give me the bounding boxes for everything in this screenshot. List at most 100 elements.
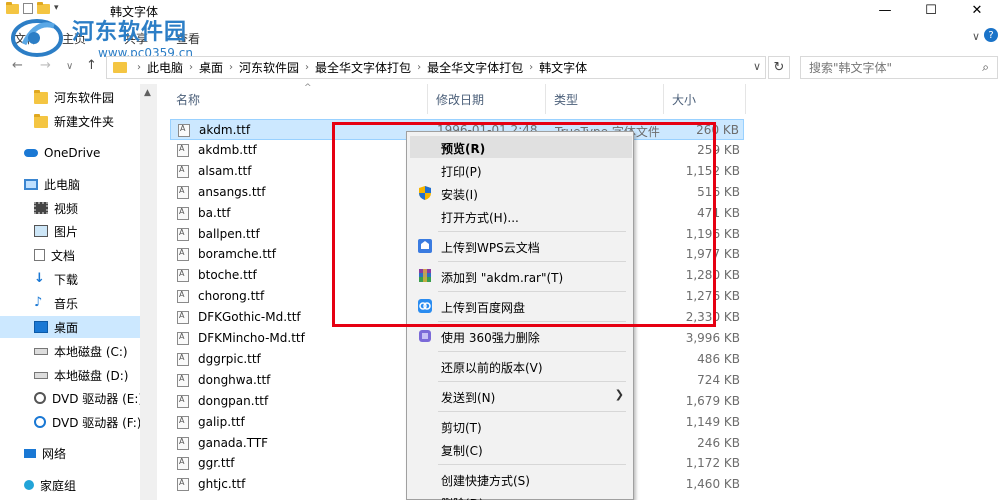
breadcrumb-fonts-pack-2[interactable]: 最全华文字体打包: [427, 59, 523, 76]
ribbon: 文件 主页 共享 查看 ∨ ?: [0, 20, 1000, 52]
sidebar-item-downloads[interactable]: ↓ 下载: [0, 268, 140, 290]
music-icon: ♪: [34, 295, 43, 310]
address-bar[interactable]: › 此电脑 › 桌面 › 河东软件园 › 最全华文字体打包 › 最全华文字体打包…: [106, 56, 766, 79]
customize-toolbar-icon[interactable]: ▾: [54, 3, 59, 14]
column-header-date[interactable]: 修改日期: [428, 84, 546, 114]
column-header-type[interactable]: 类型: [546, 84, 664, 114]
tab-home[interactable]: 主页: [62, 30, 86, 47]
search-input[interactable]: 搜索"韩文字体" ⌕: [800, 56, 998, 79]
chevron-right-icon[interactable]: ›: [417, 62, 421, 73]
menu-item-7[interactable]: 添加到 "akdm.rar"(T): [410, 265, 632, 287]
sidebar-item-label: 图片: [54, 224, 79, 239]
sidebar-item-music[interactable]: ♪ 音乐: [0, 292, 140, 314]
sidebar-item-desktop[interactable]: 桌面: [0, 316, 140, 338]
menu-item-label: 还原以前的版本(V): [441, 361, 543, 375]
new-folder-icon[interactable]: [37, 2, 50, 14]
breadcrumb-hedong[interactable]: 河东软件园: [239, 59, 299, 76]
menu-item-label: 安装(I): [441, 188, 478, 202]
chevron-right-icon[interactable]: ›: [137, 62, 141, 73]
file-size: 1,196 KB: [685, 226, 740, 241]
close-button[interactable]: ✕: [954, 0, 1000, 20]
column-header-size[interactable]: 大小: [664, 84, 746, 114]
menu-item-1[interactable]: 打印(P): [410, 159, 632, 181]
breadcrumb-this-pc[interactable]: 此电脑: [147, 59, 183, 76]
homegroup-icon: [24, 480, 34, 490]
sidebar-item-videos[interactable]: 视频: [0, 197, 140, 219]
maximize-button[interactable]: ☐: [908, 0, 954, 20]
dvd-icon: [34, 416, 46, 428]
folder-icon[interactable]: [6, 2, 19, 14]
tab-view[interactable]: 查看: [176, 30, 200, 47]
sidebar-item-this-pc[interactable]: 此电脑: [0, 173, 140, 195]
file-size: 471 KB: [697, 205, 740, 220]
sidebar-scrollbar[interactable]: [140, 84, 157, 500]
menu-separator: [438, 261, 626, 262]
chevron-right-icon[interactable]: ›: [529, 62, 533, 73]
help-icon[interactable]: ?: [984, 28, 998, 42]
menu-item-0[interactable]: 预览(R): [410, 136, 632, 158]
search-icon[interactable]: ⌕: [982, 60, 989, 75]
sidebar-item-label: 此电脑: [44, 177, 81, 192]
sidebar-item-label: 音乐: [54, 296, 79, 311]
file-name: boramche.ttf: [198, 247, 276, 262]
drive-icon: [34, 371, 48, 379]
forward-button[interactable]: →: [40, 58, 51, 73]
chevron-right-icon[interactable]: ›: [305, 62, 309, 73]
scroll-up-icon[interactable]: ▲: [144, 88, 151, 98]
sidebar-item-drive-d[interactable]: 本地磁盘 (D:): [0, 364, 140, 386]
sidebar-item-onedrive[interactable]: OneDrive: [0, 142, 140, 164]
file-name: donghwa.ttf: [198, 372, 271, 387]
menu-item-11[interactable]: 使用 360强力删除: [410, 325, 632, 347]
tab-file[interactable]: 文件: [14, 30, 38, 47]
sidebar-item-homegroup[interactable]: 家庭组: [0, 474, 140, 496]
file-name: DFKGothic-Md.ttf: [198, 310, 301, 325]
title-bar: ▾ 韩文字体 — ☐ ✕: [0, 0, 1000, 20]
dvd-icon: [34, 392, 46, 404]
baidu-netdisk-icon: [417, 298, 433, 314]
sidebar-item-documents[interactable]: 文档: [0, 244, 140, 266]
font-file-icon: [177, 227, 189, 241]
sidebar-item-new-folder[interactable]: 新建文件夹: [0, 110, 140, 132]
breadcrumb-korean-fonts[interactable]: 韩文字体: [539, 59, 587, 76]
navigation-bar: ← → ∨ ↑ › 此电脑 › 桌面 › 河东软件园 › 最全华文字体打包 › …: [0, 56, 1000, 80]
chevron-right-icon[interactable]: ›: [229, 62, 233, 73]
sidebar-item-pictures[interactable]: 图片: [0, 220, 140, 242]
address-dropdown-icon[interactable]: ∨: [753, 60, 761, 73]
column-header-name[interactable]: 名称 ^: [168, 83, 428, 114]
recent-locations-button[interactable]: ∨: [66, 61, 73, 72]
refresh-button[interactable]: ↻: [768, 56, 790, 79]
breadcrumb-desktop[interactable]: 桌面: [199, 59, 223, 76]
menu-item-3[interactable]: 打开方式(H)...: [410, 205, 632, 227]
menu-item-21[interactable]: 删除(D): [410, 491, 632, 500]
column-date-label: 修改日期: [436, 92, 485, 107]
sidebar-item-dvd-e[interactable]: DVD 驱动器 (E:): [0, 387, 143, 409]
font-file-icon: [177, 248, 189, 262]
sidebar-item-label: 家庭组: [40, 478, 77, 493]
menu-item-15[interactable]: 发送到(N) ❯: [410, 385, 632, 407]
menu-item-18[interactable]: 复制(C): [410, 438, 632, 460]
menu-item-13[interactable]: 还原以前的版本(V): [410, 355, 632, 377]
file-name: galip.ttf: [198, 414, 245, 429]
winrar-icon: [417, 268, 433, 284]
sidebar-item-drive-c[interactable]: 本地磁盘 (C:): [0, 340, 140, 362]
menu-item-2[interactable]: 安装(I): [410, 182, 632, 204]
file-size: 246 KB: [697, 435, 740, 450]
back-button[interactable]: ←: [12, 58, 23, 73]
sidebar-item-label: DVD 驱动器 (F:): [52, 415, 142, 430]
breadcrumb-fonts-pack[interactable]: 最全华文字体打包: [315, 59, 411, 76]
sidebar-item-dvd-f[interactable]: DVD 驱动器 (F:): [0, 411, 142, 433]
menu-item-label: 添加到 "akdm.rar"(T): [441, 271, 564, 285]
sidebar-item-network[interactable]: 网络: [0, 442, 140, 464]
sidebar-item-hedong[interactable]: 河东软件园: [0, 86, 140, 108]
up-button[interactable]: ↑: [86, 58, 97, 73]
menu-item-17[interactable]: 剪切(T): [410, 415, 632, 437]
minimize-button[interactable]: —: [862, 0, 908, 20]
chevron-right-icon[interactable]: ›: [189, 62, 193, 73]
ribbon-expand-icon[interactable]: ∨: [972, 30, 980, 43]
computer-icon: [24, 178, 38, 190]
menu-item-5[interactable]: 上传到WPS云文档: [410, 235, 632, 257]
menu-item-9[interactable]: 上传到百度网盘: [410, 295, 632, 317]
properties-icon[interactable]: [23, 3, 33, 14]
menu-item-20[interactable]: 创建快捷方式(S): [410, 468, 632, 490]
tab-share[interactable]: 共享: [124, 30, 148, 47]
